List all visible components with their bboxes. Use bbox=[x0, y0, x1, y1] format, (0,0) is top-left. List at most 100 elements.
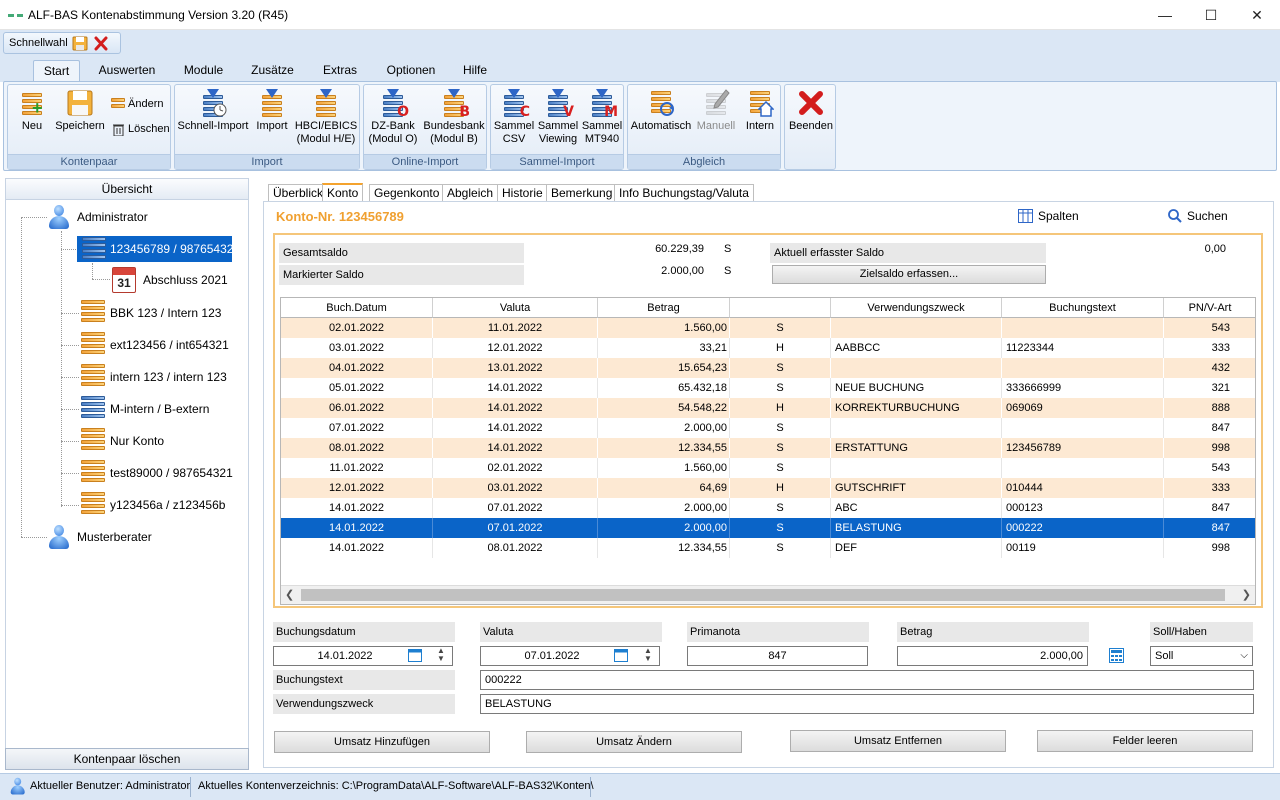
tab-historie[interactable]: Historie bbox=[497, 184, 548, 202]
sammel-mt940-button[interactable]: M Sammel MT940 bbox=[581, 85, 623, 146]
tab-info-buchungstag[interactable]: Info Buchungstag/Valuta bbox=[614, 184, 754, 202]
tab-auswerten[interactable]: Auswerten bbox=[92, 60, 162, 82]
calendar-day: 31 bbox=[117, 276, 131, 290]
column-header[interactable]: Betrag bbox=[598, 298, 730, 318]
status-divider bbox=[190, 777, 191, 797]
sammel-viewing-button[interactable]: V Sammel Viewing bbox=[537, 85, 579, 146]
tab-module[interactable]: Module bbox=[176, 60, 231, 82]
table-row[interactable]: 02.01.2022 11.01.2022 1.560,00 S 543 bbox=[281, 318, 1255, 338]
tree-item-account[interactable]: BBK 123 / Intern 123 bbox=[110, 300, 221, 326]
table-cell: 000222 bbox=[1002, 518, 1164, 538]
tree-item-account[interactable]: M-intern / B-extern bbox=[110, 396, 209, 422]
calendar-icon[interactable] bbox=[614, 648, 628, 662]
import-button[interactable]: Import bbox=[253, 85, 291, 133]
tree-item-account[interactable]: test89000 / 987654321 bbox=[110, 460, 233, 486]
minimize-button[interactable]: — bbox=[1142, 0, 1188, 30]
table-row[interactable]: 07.01.2022 14.01.2022 2.000,00 S 847 bbox=[281, 418, 1255, 438]
tree-item-account[interactable]: ext123456 / int654321 bbox=[110, 332, 229, 358]
umsatz-hinzufuegen-button[interactable]: Umsatz Hinzufügen bbox=[274, 731, 490, 753]
column-header[interactable] bbox=[730, 298, 831, 318]
tab-abgleich[interactable]: Abgleich bbox=[442, 184, 499, 202]
table-cell: 14.01.2022 bbox=[281, 518, 433, 538]
table-cell: 998 bbox=[1164, 438, 1255, 458]
felder-leeren-button[interactable]: Felder leeren bbox=[1037, 730, 1253, 752]
scroll-thumb[interactable] bbox=[301, 589, 1225, 601]
column-header[interactable]: Buch.Datum bbox=[281, 298, 433, 318]
bundesbank-label-1: Bundesbank bbox=[423, 120, 485, 132]
column-header[interactable]: Verwendungszweck bbox=[831, 298, 1002, 318]
speichern-button[interactable]: Speichern bbox=[54, 85, 106, 133]
table-row[interactable]: 03.01.2022 12.01.2022 33,21 H AABBCC 11223344… bbox=[281, 338, 1255, 358]
loeschen-button[interactable]: Löschen bbox=[108, 123, 170, 139]
primanota-field[interactable]: 847 bbox=[687, 646, 868, 666]
neu-button[interactable]: + Neu bbox=[12, 85, 52, 133]
verwendungszweck-field[interactable]: BELASTUNG bbox=[480, 694, 1254, 714]
delete-icon[interactable] bbox=[94, 36, 108, 51]
save-icon[interactable] bbox=[72, 36, 88, 51]
dz-bank-button[interactable]: O DZ-Bank (Modul O) bbox=[366, 85, 420, 146]
intern-button[interactable]: Intern bbox=[740, 85, 780, 133]
tab-bemerkung[interactable]: Bemerkung bbox=[546, 184, 618, 202]
maximize-button[interactable]: ☐ bbox=[1188, 0, 1234, 30]
tab-extras[interactable]: Extras bbox=[314, 60, 366, 82]
tree-item-account[interactable]: intern 123 / intern 123 bbox=[110, 364, 227, 390]
tab-konto[interactable]: Konto bbox=[322, 183, 364, 202]
scroll-right-icon[interactable]: ❯ bbox=[1242, 588, 1251, 601]
tab-hilfe[interactable]: Hilfe bbox=[455, 60, 495, 82]
valuta-spinner[interactable]: ▲ ▼ bbox=[644, 647, 652, 663]
table-row[interactable]: 06.01.2022 14.01.2022 54.548,22 H KORREKTURB… bbox=[281, 398, 1255, 418]
column-header[interactable]: PN/V-Art bbox=[1164, 298, 1255, 318]
manuell-label: Manuell bbox=[696, 120, 736, 132]
tab-start[interactable]: Start bbox=[33, 60, 80, 82]
calendar-icon[interactable] bbox=[408, 648, 422, 662]
buchungsdatum-spinner[interactable]: ▲ ▼ bbox=[437, 647, 445, 663]
table-row[interactable]: 14.01.2022 07.01.2022 2.000,00 S ABC 000123 84… bbox=[281, 498, 1255, 518]
sollhaben-select[interactable]: Soll ⌵ bbox=[1150, 646, 1253, 666]
table-cell: 07.01.2022 bbox=[281, 418, 433, 438]
tree-item-administrator[interactable]: Administrator bbox=[77, 204, 148, 230]
table-row[interactable]: 14.01.2022 07.01.2022 2.000,00 S BELASTUNG 00… bbox=[281, 518, 1255, 538]
aendern-button[interactable]: Ändern bbox=[108, 85, 168, 114]
umsatz-aendern-button[interactable]: Umsatz Ändern bbox=[526, 731, 742, 753]
table-cell: 64,69 bbox=[598, 478, 730, 498]
tab-zusaetze[interactable]: Zusätze bbox=[245, 60, 300, 82]
group-label-sammel-import: Sammel-Import bbox=[491, 154, 623, 169]
zielsaldo-erfassen-button[interactable]: Zielsaldo erfassen... bbox=[772, 265, 1046, 284]
buchungstext-field[interactable]: 000222 bbox=[480, 670, 1254, 690]
column-header[interactable]: Buchungstext bbox=[1002, 298, 1164, 318]
valuta-field[interactable]: 07.01.2022 bbox=[480, 646, 660, 666]
tree-item-abschluss[interactable]: Abschluss 2021 bbox=[143, 267, 228, 293]
tab-optionen[interactable]: Optionen bbox=[380, 60, 442, 82]
table-row[interactable]: 12.01.2022 03.01.2022 64,69 H GUTSCHRIFT 0104… bbox=[281, 478, 1255, 498]
table-cell: ABC bbox=[831, 498, 1002, 518]
beenden-button[interactable]: Beenden bbox=[787, 85, 835, 133]
scroll-left-icon[interactable]: ❮ bbox=[285, 588, 294, 601]
column-header[interactable]: Valuta bbox=[433, 298, 598, 318]
umsatz-entfernen-button[interactable]: Umsatz Entfernen bbox=[790, 730, 1006, 752]
table-row[interactable]: 14.01.2022 08.01.2022 12.334,55 S DEF 00119 99… bbox=[281, 538, 1255, 558]
tree-item-account[interactable]: Nur Konto bbox=[110, 428, 164, 454]
table-row[interactable]: 08.01.2022 14.01.2022 12.334,55 S ERSTATTUNG… bbox=[281, 438, 1255, 458]
bundesbank-button[interactable]: B Bundesbank (Modul B) bbox=[422, 85, 486, 146]
horizontal-scrollbar[interactable]: ❮ ❯ bbox=[281, 585, 1255, 604]
tab-ueberblick[interactable]: Überblick bbox=[268, 184, 329, 202]
table-row[interactable]: 04.01.2022 13.01.2022 15.654,23 S 432 bbox=[281, 358, 1255, 378]
quick-access-group: Schnellwahl bbox=[3, 32, 121, 54]
kontenpaar-loeschen-button[interactable]: Kontenpaar löschen bbox=[5, 748, 249, 770]
tab-gegenkonto[interactable]: Gegenkonto bbox=[369, 184, 445, 202]
table-cell: 888 bbox=[1164, 398, 1255, 418]
tree-item-account[interactable]: y123456a / z123456b bbox=[110, 492, 225, 518]
tree-item-musterberater[interactable]: Musterberater bbox=[77, 524, 152, 550]
hbci-ebics-button[interactable]: HBCI/EBICS (Modul H/E) bbox=[293, 85, 359, 146]
table-row[interactable]: 11.01.2022 02.01.2022 1.560,00 S 543 bbox=[281, 458, 1255, 478]
betrag-field[interactable]: 2.000,00 bbox=[897, 646, 1088, 666]
schnell-import-button[interactable]: Schnell-Import bbox=[177, 85, 249, 133]
buchungsdatum-field[interactable]: 14.01.2022 bbox=[273, 646, 453, 666]
close-button[interactable]: ✕ bbox=[1234, 0, 1280, 30]
automatisch-button[interactable]: Automatisch bbox=[630, 85, 692, 133]
sammel-csv-button[interactable]: C Sammel CSV bbox=[493, 85, 535, 146]
table-row[interactable]: 05.01.2022 14.01.2022 65.432,18 S NEUE BUCHU… bbox=[281, 378, 1255, 398]
manuell-button[interactable]: Manuell bbox=[694, 85, 738, 133]
table-cell: 14.01.2022 bbox=[433, 398, 598, 418]
calculator-icon[interactable] bbox=[1109, 648, 1124, 663]
